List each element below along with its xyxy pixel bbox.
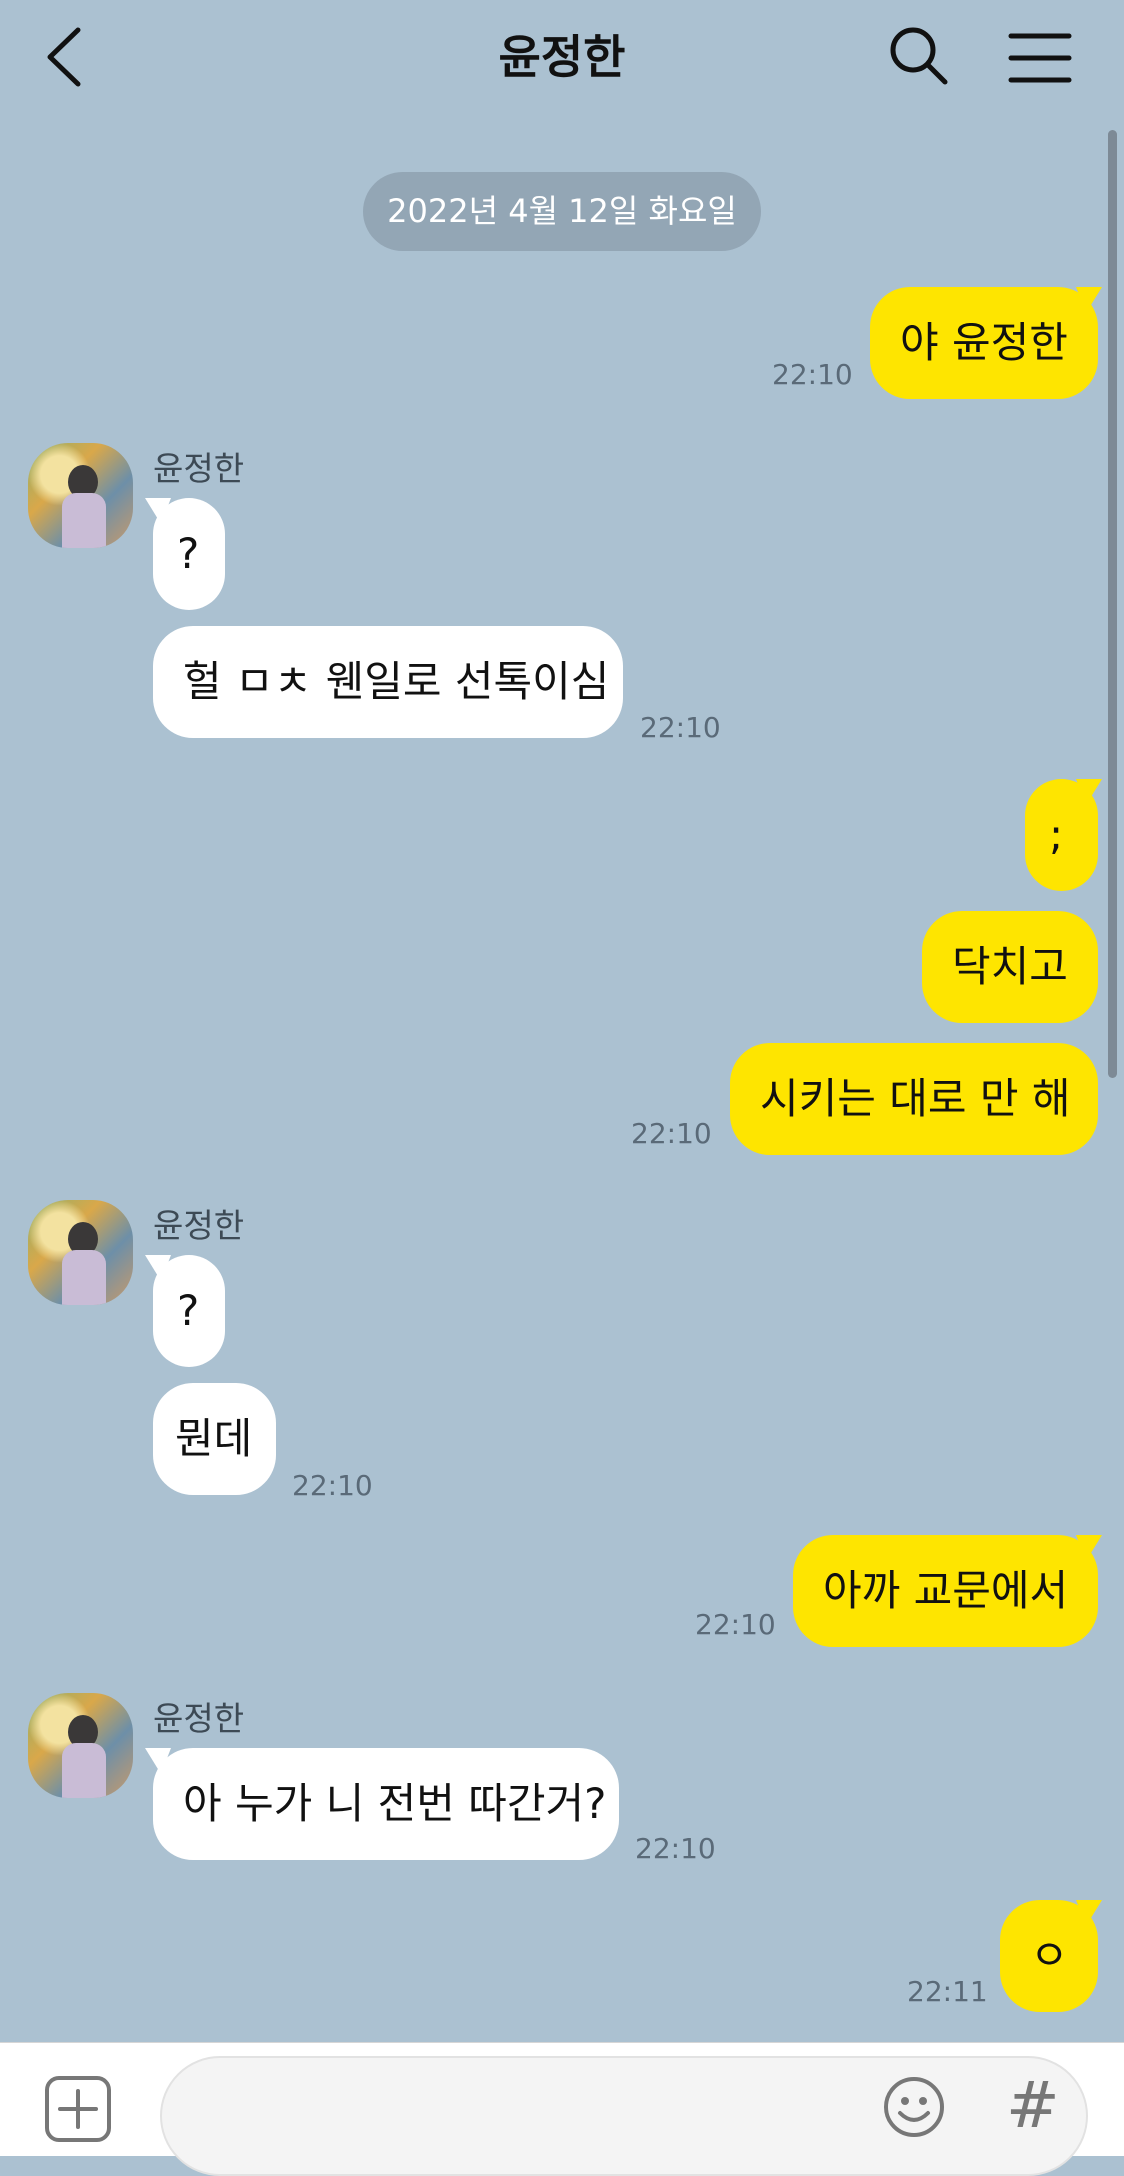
bubble-tail [1076,1535,1102,1561]
bubble-tail [145,1255,171,1281]
message-text: 닥치고 [952,942,1068,991]
my-message-bubble[interactable]: ; [1025,779,1102,891]
other-message-bubble[interactable]: 헐 ㅁㅊ 웬일로 선톡이심 [153,626,623,738]
plus-square-icon [45,2076,111,2142]
sender-name: 윤정한 [153,1699,245,1738]
message-text: 헐 ㅁㅊ 웬일로 선톡이심 [183,657,610,706]
other-message-bubble[interactable]: ? [145,1255,225,1367]
message-time: 22:10 [292,1469,373,1502]
bubble-tail [1076,1900,1102,1926]
message-time: 22:11 [907,1975,988,2008]
my-message-bubble[interactable]: 아까 교문에서 [793,1535,1102,1647]
bubble-tail [1076,779,1102,805]
message-text: ? [177,1286,200,1335]
attach-button[interactable] [44,2075,112,2143]
bubble-tail [145,1748,171,1774]
search-icon [890,27,948,85]
search-button[interactable] [885,22,955,92]
bubble-tail [145,498,171,524]
message-time: 22:10 [640,711,721,744]
message-text: ; [1049,810,1064,859]
message-input-bar: # [0,2042,1124,2176]
message-text: ㅇ [1030,1931,1069,1980]
message-text: 아까 교문에서 [823,1566,1069,1615]
my-message-bubble[interactable]: 닥치고 [922,911,1098,1023]
message-time: 22:10 [631,1117,712,1150]
other-message-bubble[interactable]: 뭔데 [153,1383,276,1495]
message-time: 22:10 [635,1832,716,1865]
message-time: 22:10 [772,358,853,391]
other-message-bubble[interactable]: ? [145,498,225,610]
my-message-bubble[interactable]: ㅇ [1000,1900,1102,2012]
date-divider: 2022년 4월 12일 화요일 [363,172,761,251]
chat-title: 윤정한 [498,30,626,84]
message-input[interactable] [160,2056,1088,2176]
scrollbar[interactable] [1108,130,1117,1078]
contact-avatar[interactable] [28,1693,133,1798]
message-text: 시키는 대로 만 해 [760,1074,1071,1123]
other-message-bubble[interactable]: 아 누가 니 전번 따간거? [145,1748,619,1860]
message-text: 아 누가 니 전번 따간거? [183,1779,607,1828]
sender-name: 윤정한 [153,449,245,488]
message-time: 22:10 [695,1608,776,1641]
my-message-bubble[interactable]: 야 윤정한 [870,287,1102,399]
emoji-smile-icon [884,2077,944,2137]
hashtag-button[interactable]: # [1006,2071,1060,2141]
emoji-button[interactable] [882,2075,946,2139]
message-text: ? [177,529,200,578]
my-message-bubble[interactable]: 시키는 대로 만 해 [730,1043,1098,1155]
hamburger-menu-icon [1008,33,1072,83]
message-text: 뭔데 [175,1414,253,1463]
chat-header: 윤정한 [0,0,1124,115]
contact-avatar[interactable] [28,1200,133,1305]
bubble-tail [1076,287,1102,313]
message-text: 야 윤정한 [900,318,1068,367]
contact-avatar[interactable] [28,443,133,548]
sender-name: 윤정한 [153,1206,245,1245]
menu-button[interactable] [1005,26,1075,90]
